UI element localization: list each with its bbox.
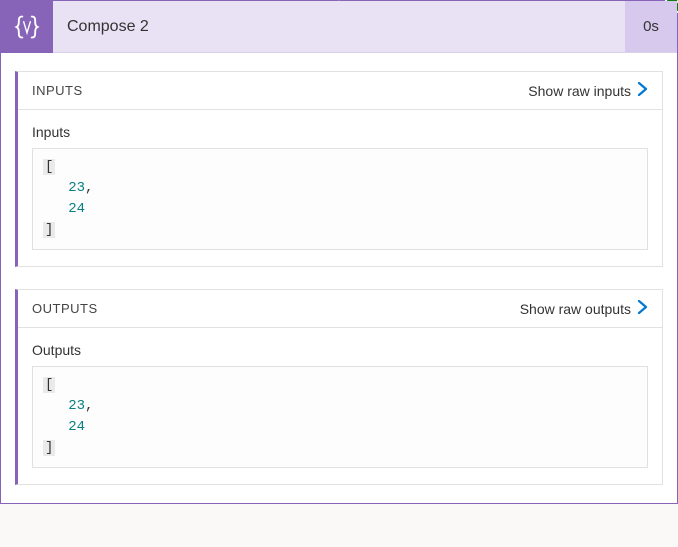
inputs-panel: INPUTS Show raw inputs Inputs [ 23, 24 ] — [15, 71, 663, 267]
card-title: Compose 2 — [53, 1, 625, 52]
outputs-section-label: OUTPUTS — [32, 301, 98, 316]
show-raw-outputs-link[interactable]: Show raw outputs — [520, 300, 648, 317]
outputs-panel-body: Outputs [ 23, 24 ] — [18, 328, 662, 484]
inputs-panel-body: Inputs [ 23, 24 ] — [18, 110, 662, 266]
outputs-body-label: Outputs — [32, 342, 648, 358]
outputs-code-box: [ 23, 24 ] — [32, 366, 648, 468]
card-body: INPUTS Show raw inputs Inputs [ 23, 24 ]… — [1, 53, 677, 503]
inputs-section-label: INPUTS — [32, 83, 83, 98]
connector-arrow-icon — [330, 0, 348, 1]
outputs-panel-header: OUTPUTS Show raw outputs — [18, 290, 662, 328]
chevron-right-icon — [637, 82, 648, 99]
compose-action-card: Compose 2 0s INPUTS Show raw inputs Inpu… — [0, 0, 678, 504]
show-raw-inputs-link[interactable]: Show raw inputs — [528, 82, 648, 99]
show-raw-inputs-text: Show raw inputs — [528, 83, 631, 99]
chevron-right-icon — [637, 300, 648, 317]
card-duration: 0s — [625, 1, 677, 52]
inputs-body-label: Inputs — [32, 124, 648, 140]
outputs-panel: OUTPUTS Show raw outputs Outputs [ 23, 2… — [15, 289, 663, 485]
inputs-panel-header: INPUTS Show raw inputs — [18, 72, 662, 110]
braces-icon — [13, 13, 41, 41]
card-header[interactable]: Compose 2 0s — [1, 1, 677, 53]
action-icon-container — [1, 1, 53, 53]
inputs-code-box: [ 23, 24 ] — [32, 148, 648, 250]
show-raw-outputs-text: Show raw outputs — [520, 301, 631, 317]
